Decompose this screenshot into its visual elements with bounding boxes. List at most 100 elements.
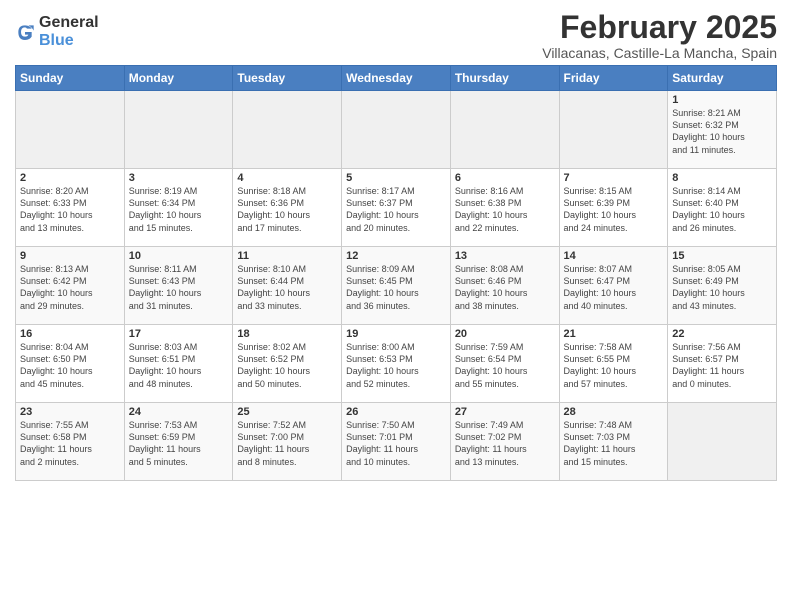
day-info: Sunrise: 8:19 AM Sunset: 6:34 PM Dayligh… — [129, 185, 229, 234]
day-number: 16 — [20, 328, 120, 340]
weekday-header-friday: Friday — [559, 66, 668, 91]
day-info: Sunrise: 8:10 AM Sunset: 6:44 PM Dayligh… — [237, 263, 337, 312]
day-info: Sunrise: 7:52 AM Sunset: 7:00 PM Dayligh… — [237, 419, 337, 468]
day-info: Sunrise: 8:00 AM Sunset: 6:53 PM Dayligh… — [346, 341, 446, 390]
calendar-table: SundayMondayTuesdayWednesdayThursdayFrid… — [15, 65, 777, 481]
day-number: 27 — [455, 406, 555, 418]
calendar-week-1: 1Sunrise: 8:21 AM Sunset: 6:32 PM Daylig… — [16, 91, 777, 169]
weekday-header-saturday: Saturday — [668, 66, 777, 91]
calendar-cell: 15Sunrise: 8:05 AM Sunset: 6:49 PM Dayli… — [668, 247, 777, 325]
day-info: Sunrise: 8:18 AM Sunset: 6:36 PM Dayligh… — [237, 185, 337, 234]
day-number: 15 — [672, 250, 772, 262]
calendar-cell: 10Sunrise: 8:11 AM Sunset: 6:43 PM Dayli… — [124, 247, 233, 325]
day-info: Sunrise: 8:20 AM Sunset: 6:33 PM Dayligh… — [20, 185, 120, 234]
calendar-week-4: 16Sunrise: 8:04 AM Sunset: 6:50 PM Dayli… — [16, 325, 777, 403]
day-number: 24 — [129, 406, 229, 418]
logo-text: General Blue — [39, 14, 99, 50]
title-block: February 2025 Villacanas, Castille-La Ma… — [542, 10, 777, 61]
day-info: Sunrise: 8:09 AM Sunset: 6:45 PM Dayligh… — [346, 263, 446, 312]
day-info: Sunrise: 7:53 AM Sunset: 6:59 PM Dayligh… — [129, 419, 229, 468]
day-info: Sunrise: 7:56 AM Sunset: 6:57 PM Dayligh… — [672, 341, 772, 390]
calendar-cell — [233, 91, 342, 169]
calendar-cell — [559, 91, 668, 169]
day-info: Sunrise: 8:07 AM Sunset: 6:47 PM Dayligh… — [564, 263, 664, 312]
day-number: 8 — [672, 172, 772, 184]
day-info: Sunrise: 7:49 AM Sunset: 7:02 PM Dayligh… — [455, 419, 555, 468]
calendar-cell: 23Sunrise: 7:55 AM Sunset: 6:58 PM Dayli… — [16, 403, 125, 481]
day-number: 5 — [346, 172, 446, 184]
calendar-cell: 4Sunrise: 8:18 AM Sunset: 6:36 PM Daylig… — [233, 169, 342, 247]
calendar-cell: 17Sunrise: 8:03 AM Sunset: 6:51 PM Dayli… — [124, 325, 233, 403]
day-number: 21 — [564, 328, 664, 340]
calendar-cell: 26Sunrise: 7:50 AM Sunset: 7:01 PM Dayli… — [342, 403, 451, 481]
calendar-cell — [668, 403, 777, 481]
calendar-cell: 22Sunrise: 7:56 AM Sunset: 6:57 PM Dayli… — [668, 325, 777, 403]
day-number: 3 — [129, 172, 229, 184]
day-number: 14 — [564, 250, 664, 262]
calendar-cell: 12Sunrise: 8:09 AM Sunset: 6:45 PM Dayli… — [342, 247, 451, 325]
weekday-header-tuesday: Tuesday — [233, 66, 342, 91]
day-info: Sunrise: 8:05 AM Sunset: 6:49 PM Dayligh… — [672, 263, 772, 312]
calendar-cell: 1Sunrise: 8:21 AM Sunset: 6:32 PM Daylig… — [668, 91, 777, 169]
day-number: 28 — [564, 406, 664, 418]
day-number: 4 — [237, 172, 337, 184]
day-info: Sunrise: 8:17 AM Sunset: 6:37 PM Dayligh… — [346, 185, 446, 234]
calendar-cell: 21Sunrise: 7:58 AM Sunset: 6:55 PM Dayli… — [559, 325, 668, 403]
day-number: 13 — [455, 250, 555, 262]
calendar-cell: 9Sunrise: 8:13 AM Sunset: 6:42 PM Daylig… — [16, 247, 125, 325]
weekday-header-wednesday: Wednesday — [342, 66, 451, 91]
day-info: Sunrise: 8:13 AM Sunset: 6:42 PM Dayligh… — [20, 263, 120, 312]
weekday-header-thursday: Thursday — [450, 66, 559, 91]
calendar-cell: 20Sunrise: 7:59 AM Sunset: 6:54 PM Dayli… — [450, 325, 559, 403]
calendar-cell: 18Sunrise: 8:02 AM Sunset: 6:52 PM Dayli… — [233, 325, 342, 403]
calendar-cell: 13Sunrise: 8:08 AM Sunset: 6:46 PM Dayli… — [450, 247, 559, 325]
day-info: Sunrise: 8:04 AM Sunset: 6:50 PM Dayligh… — [20, 341, 120, 390]
day-number: 20 — [455, 328, 555, 340]
header: General Blue February 2025 Villacanas, C… — [15, 10, 777, 61]
day-info: Sunrise: 8:16 AM Sunset: 6:38 PM Dayligh… — [455, 185, 555, 234]
page-container: General Blue February 2025 Villacanas, C… — [0, 0, 792, 486]
calendar-cell: 27Sunrise: 7:49 AM Sunset: 7:02 PM Dayli… — [450, 403, 559, 481]
logo: General Blue — [15, 14, 99, 50]
day-number: 26 — [346, 406, 446, 418]
calendar-cell: 2Sunrise: 8:20 AM Sunset: 6:33 PM Daylig… — [16, 169, 125, 247]
day-info: Sunrise: 7:59 AM Sunset: 6:54 PM Dayligh… — [455, 341, 555, 390]
calendar-cell: 3Sunrise: 8:19 AM Sunset: 6:34 PM Daylig… — [124, 169, 233, 247]
day-number: 19 — [346, 328, 446, 340]
day-info: Sunrise: 7:48 AM Sunset: 7:03 PM Dayligh… — [564, 419, 664, 468]
day-info: Sunrise: 8:08 AM Sunset: 6:46 PM Dayligh… — [455, 263, 555, 312]
calendar-cell — [450, 91, 559, 169]
weekday-header-sunday: Sunday — [16, 66, 125, 91]
calendar-cell: 8Sunrise: 8:14 AM Sunset: 6:40 PM Daylig… — [668, 169, 777, 247]
calendar-cell: 6Sunrise: 8:16 AM Sunset: 6:38 PM Daylig… — [450, 169, 559, 247]
calendar-week-3: 9Sunrise: 8:13 AM Sunset: 6:42 PM Daylig… — [16, 247, 777, 325]
day-number: 18 — [237, 328, 337, 340]
calendar-cell: 5Sunrise: 8:17 AM Sunset: 6:37 PM Daylig… — [342, 169, 451, 247]
calendar-cell — [16, 91, 125, 169]
day-number: 12 — [346, 250, 446, 262]
calendar-cell: 11Sunrise: 8:10 AM Sunset: 6:44 PM Dayli… — [233, 247, 342, 325]
day-info: Sunrise: 8:21 AM Sunset: 6:32 PM Dayligh… — [672, 107, 772, 156]
day-number: 11 — [237, 250, 337, 262]
day-number: 7 — [564, 172, 664, 184]
day-number: 9 — [20, 250, 120, 262]
day-info: Sunrise: 7:50 AM Sunset: 7:01 PM Dayligh… — [346, 419, 446, 468]
day-number: 10 — [129, 250, 229, 262]
calendar-cell — [124, 91, 233, 169]
weekday-header-monday: Monday — [124, 66, 233, 91]
calendar-week-2: 2Sunrise: 8:20 AM Sunset: 6:33 PM Daylig… — [16, 169, 777, 247]
month-title: February 2025 — [542, 10, 777, 45]
calendar-cell: 24Sunrise: 7:53 AM Sunset: 6:59 PM Dayli… — [124, 403, 233, 481]
day-info: Sunrise: 8:02 AM Sunset: 6:52 PM Dayligh… — [237, 341, 337, 390]
day-number: 17 — [129, 328, 229, 340]
calendar-cell: 28Sunrise: 7:48 AM Sunset: 7:03 PM Dayli… — [559, 403, 668, 481]
logo-icon — [15, 22, 35, 42]
calendar-cell — [342, 91, 451, 169]
calendar-cell: 16Sunrise: 8:04 AM Sunset: 6:50 PM Dayli… — [16, 325, 125, 403]
day-number: 23 — [20, 406, 120, 418]
day-info: Sunrise: 8:14 AM Sunset: 6:40 PM Dayligh… — [672, 185, 772, 234]
day-info: Sunrise: 8:03 AM Sunset: 6:51 PM Dayligh… — [129, 341, 229, 390]
calendar-cell: 14Sunrise: 8:07 AM Sunset: 6:47 PM Dayli… — [559, 247, 668, 325]
day-number: 25 — [237, 406, 337, 418]
weekday-header-row: SundayMondayTuesdayWednesdayThursdayFrid… — [16, 66, 777, 91]
